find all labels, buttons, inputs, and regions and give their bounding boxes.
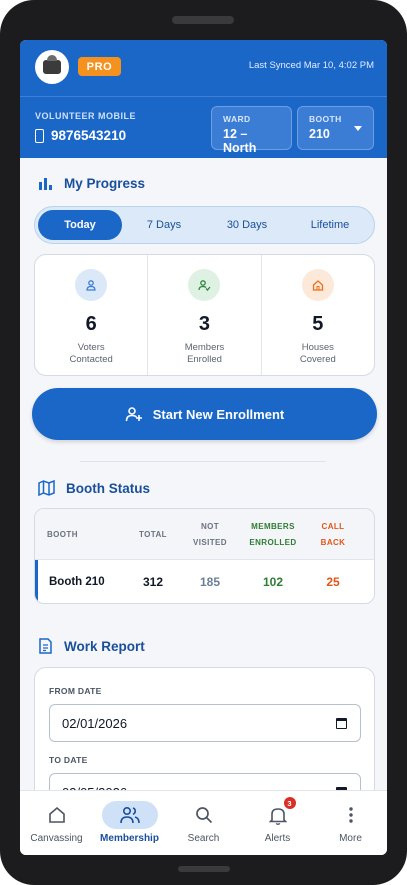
bottom-navigation: Canvassing Membership Search 3 Alerts Mo…	[20, 790, 387, 855]
volunteer-info-bar: VOLUNTEER MOBILE 9876543210 WARD 12 – No…	[20, 96, 387, 158]
table-row[interactable]: Booth 210 312 185 102 25	[35, 560, 374, 603]
nav-more[interactable]: More	[314, 791, 387, 855]
app-header: PRO Last Synced Mar 10, 4:02 PM	[20, 40, 387, 96]
col-members-line: ENROLLED	[249, 537, 297, 547]
nav-search[interactable]: Search	[167, 791, 240, 855]
nav-canvassing-label: Canvassing	[30, 833, 83, 844]
search-icon	[176, 801, 232, 829]
phone-icon	[35, 128, 44, 143]
nav-alerts-label: Alerts	[264, 833, 291, 844]
progress-range-tabs: Today 7 Days 30 Days Lifetime	[34, 206, 375, 244]
tab-lifetime[interactable]: Lifetime	[288, 210, 372, 240]
table-header: BOOTH TOTAL NOT VISITED MEMBERS ENROLLED…	[35, 509, 374, 560]
col-not-visited: NOT VISITED	[183, 509, 237, 560]
map-icon	[38, 480, 55, 496]
stat-members-enrolled: 3 Members Enrolled	[147, 255, 260, 375]
ward-label: WARD	[223, 114, 251, 124]
members-enrolled-label: Members Enrolled	[148, 342, 260, 366]
nav-membership-label: Membership	[100, 833, 159, 844]
nav-canvassing[interactable]: Canvassing	[20, 791, 93, 855]
col-call-back: CALL BACK	[309, 509, 357, 560]
booth-label: BOOTH	[309, 114, 342, 124]
booth-status-table: BOOTH TOTAL NOT VISITED MEMBERS ENROLLED…	[34, 508, 375, 604]
col-not-visited-line: NOT	[200, 521, 220, 531]
col-not-visited-line: VISITED	[193, 537, 227, 547]
start-enrollment-button[interactable]: Start New Enrollment	[32, 388, 377, 440]
houses-covered-label: Houses Covered	[262, 342, 374, 366]
home-icon	[29, 801, 85, 829]
volunteer-mobile-number: 9876543210	[51, 128, 127, 143]
col-total: TOTAL	[139, 529, 167, 539]
volunteer-mobile: 9876543210	[35, 128, 126, 143]
add-user-icon	[125, 407, 142, 422]
stat-label-line: Contacted	[69, 354, 113, 365]
my-progress-heading: My Progress	[38, 176, 145, 191]
nav-membership[interactable]: Membership	[93, 791, 166, 855]
cell-members-enrolled: 102	[262, 575, 284, 589]
users-icon	[101, 801, 158, 829]
houses-covered-count: 5	[312, 313, 324, 335]
cell-call-back: 25	[326, 575, 340, 589]
bell-icon: 3	[250, 797, 306, 829]
last-synced-text: Last Synced Mar 10, 4:02 PM	[248, 60, 374, 71]
section-divider	[80, 461, 326, 462]
tab-7-days[interactable]: 7 Days	[122, 210, 206, 240]
cell-total: 312	[142, 575, 164, 589]
work-report-heading: Work Report	[38, 638, 145, 654]
app-screen: PRO Last Synced Mar 10, 4:02 PM VOLUNTEE…	[20, 40, 387, 855]
report-icon	[39, 638, 52, 654]
speaker-grille	[172, 16, 234, 24]
home-indicator	[178, 866, 230, 872]
stat-houses-covered: 5 Houses Covered	[260, 255, 374, 375]
user-check-icon	[188, 269, 221, 301]
nav-more-label: More	[339, 833, 362, 844]
cell-not-visited: 185	[199, 575, 221, 589]
tab-today[interactable]: Today	[38, 210, 122, 240]
more-vertical-icon	[323, 801, 379, 829]
stat-label-line: Members	[184, 342, 225, 353]
person-icon	[75, 269, 108, 301]
stat-voters-contacted: 6 Voters Contacted	[35, 255, 147, 375]
col-call-back-line: BACK	[320, 537, 346, 547]
voters-contacted-count: 6	[85, 313, 97, 335]
phone-frame: PRO Last Synced Mar 10, 4:02 PM VOLUNTEE…	[0, 0, 407, 885]
stat-label-line: Houses	[301, 342, 334, 353]
start-enrollment-label: Start New Enrollment	[152, 406, 285, 422]
home-icon	[301, 269, 334, 301]
cell-booth: Booth 210	[49, 576, 105, 588]
volunteer-mobile-label: VOLUNTEER MOBILE	[35, 111, 137, 121]
from-date-label: FROM DATE	[49, 686, 102, 696]
from-date-input[interactable]: 02/01/2026	[49, 704, 361, 742]
bar-chart-icon	[39, 177, 52, 190]
alerts-badge: 3	[283, 797, 296, 809]
my-progress-title: My Progress	[64, 176, 146, 191]
to-date-label: TO DATE	[49, 755, 88, 765]
ward-selector[interactable]: WARD 12 – North	[211, 106, 292, 155]
work-report-title: Work Report	[64, 638, 145, 654]
members-enrolled-count: 3	[198, 313, 211, 335]
pro-badge: PRO	[78, 57, 121, 76]
stat-label-line: Enrolled	[187, 354, 222, 365]
col-booth: BOOTH	[47, 529, 78, 539]
voters-contacted-label: Voters Contacted	[35, 342, 147, 366]
ward-value: 12 – North	[223, 127, 257, 155]
progress-stats-card: 6 Voters Contacted 3 Members Enrolled 5 …	[34, 254, 375, 376]
nav-alerts[interactable]: 3 Alerts	[241, 791, 314, 855]
chevron-down-icon	[354, 126, 362, 131]
app-logo	[35, 50, 69, 84]
col-call-back-line: CALL	[321, 521, 345, 531]
booth-selector[interactable]: BOOTH 210	[297, 106, 374, 150]
col-members-line: MEMBERS	[251, 521, 295, 531]
stat-label-line: Covered	[299, 354, 336, 365]
from-date-value: 02/01/2026	[62, 715, 128, 731]
nav-search-label: Search	[187, 833, 220, 844]
calendar-icon[interactable]	[336, 718, 347, 729]
col-members-enrolled: MEMBERS ENROLLED	[243, 509, 303, 560]
booth-status-title: Booth Status	[66, 480, 150, 496]
tab-30-days[interactable]: 30 Days	[205, 210, 289, 240]
booth-status-heading: Booth Status	[38, 480, 150, 496]
stat-label-line: Voters	[77, 342, 105, 353]
